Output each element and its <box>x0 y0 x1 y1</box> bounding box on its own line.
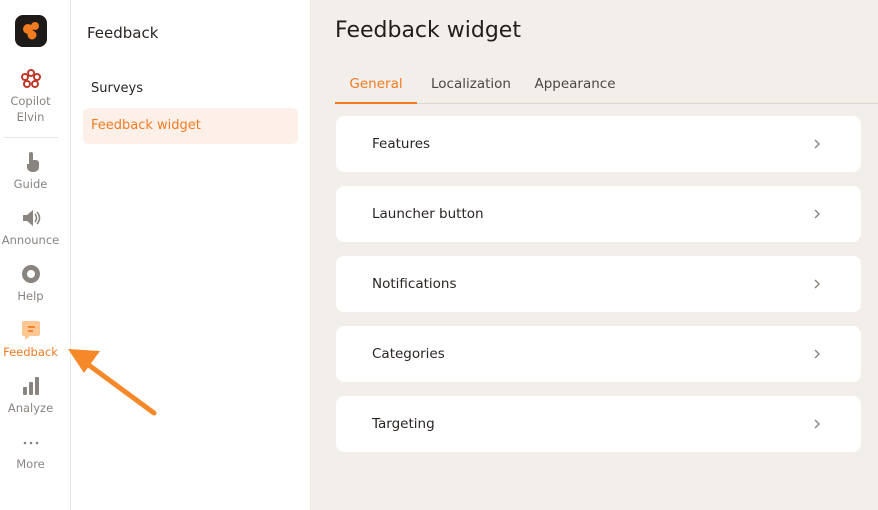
rail-item-help-label: Help <box>17 289 44 303</box>
rail-item-more-label: More <box>16 457 45 471</box>
rail-item-copilot-label-1: Copilot <box>10 94 51 108</box>
card-label: Features <box>372 136 431 152</box>
subnav-title: Feedback <box>87 24 159 42</box>
page-title: Feedback widget <box>335 18 521 43</box>
pointer-hand-icon <box>26 152 39 172</box>
settings-card-notifications[interactable]: Notifications <box>336 256 861 312</box>
chevron-right-icon <box>814 349 820 359</box>
tab-appearance[interactable]: Appearance <box>531 64 619 104</box>
copilot-flower-icon <box>20 69 41 88</box>
card-label: Launcher button <box>372 206 484 222</box>
sub-navigation: Feedback Surveys Feedback widget <box>71 0 311 510</box>
annotation-arrow-icon <box>68 349 157 416</box>
rail-item-more[interactable]: More <box>0 431 61 472</box>
rail-item-analyze-label: Analyze <box>7 401 54 415</box>
speaker-icon <box>22 210 40 226</box>
feedback-chat-icon <box>21 321 40 340</box>
tab-localization[interactable]: Localization <box>427 64 515 104</box>
rail-item-announce[interactable]: Announce <box>0 207 61 248</box>
rail-item-guide[interactable]: Guide <box>0 151 61 192</box>
card-label: Notifications <box>372 276 457 292</box>
rail-item-announce-label: Announce <box>1 233 60 247</box>
card-label: Categories <box>372 346 445 362</box>
settings-card-targeting[interactable]: Targeting <box>336 396 861 452</box>
tab-bar: General Localization Appearance <box>335 64 878 104</box>
more-dots-icon <box>23 441 38 445</box>
rail-divider <box>4 137 58 138</box>
chevron-right-icon <box>814 139 820 149</box>
rail-item-guide-label: Guide <box>13 177 48 191</box>
rail-item-feedback[interactable]: Feedback <box>0 319 61 360</box>
card-label: Targeting <box>372 416 435 432</box>
settings-card-features[interactable]: Features <box>336 116 861 172</box>
rail-item-copilot-label-2: Elvin <box>16 110 45 124</box>
bar-chart-icon <box>22 377 39 395</box>
subnav-item-feedback-widget[interactable]: Feedback widget <box>83 108 298 144</box>
logo-icon <box>23 22 39 40</box>
tab-general[interactable]: General <box>335 64 417 104</box>
chevron-right-icon <box>814 419 820 429</box>
settings-card-launcher-button[interactable]: Launcher button <box>336 186 861 242</box>
rail-item-analyze[interactable]: Analyze <box>0 375 61 416</box>
main-content: Feedback widget General Localization App… <box>311 0 878 510</box>
rail-item-copilot[interactable]: Copilot Elvin <box>0 68 61 125</box>
lifebuoy-icon <box>21 265 40 283</box>
chevron-right-icon <box>814 279 820 289</box>
subnav-item-surveys[interactable]: Surveys <box>83 71 298 107</box>
rail-item-feedback-label: Feedback <box>3 345 58 359</box>
icon-rail: Copilot Elvin Guide Announce Help Feedba… <box>0 0 71 510</box>
chevron-right-icon <box>814 209 820 219</box>
rail-item-help[interactable]: Help <box>0 263 61 304</box>
settings-card-categories[interactable]: Categories <box>336 326 861 382</box>
app-logo[interactable] <box>15 15 47 47</box>
